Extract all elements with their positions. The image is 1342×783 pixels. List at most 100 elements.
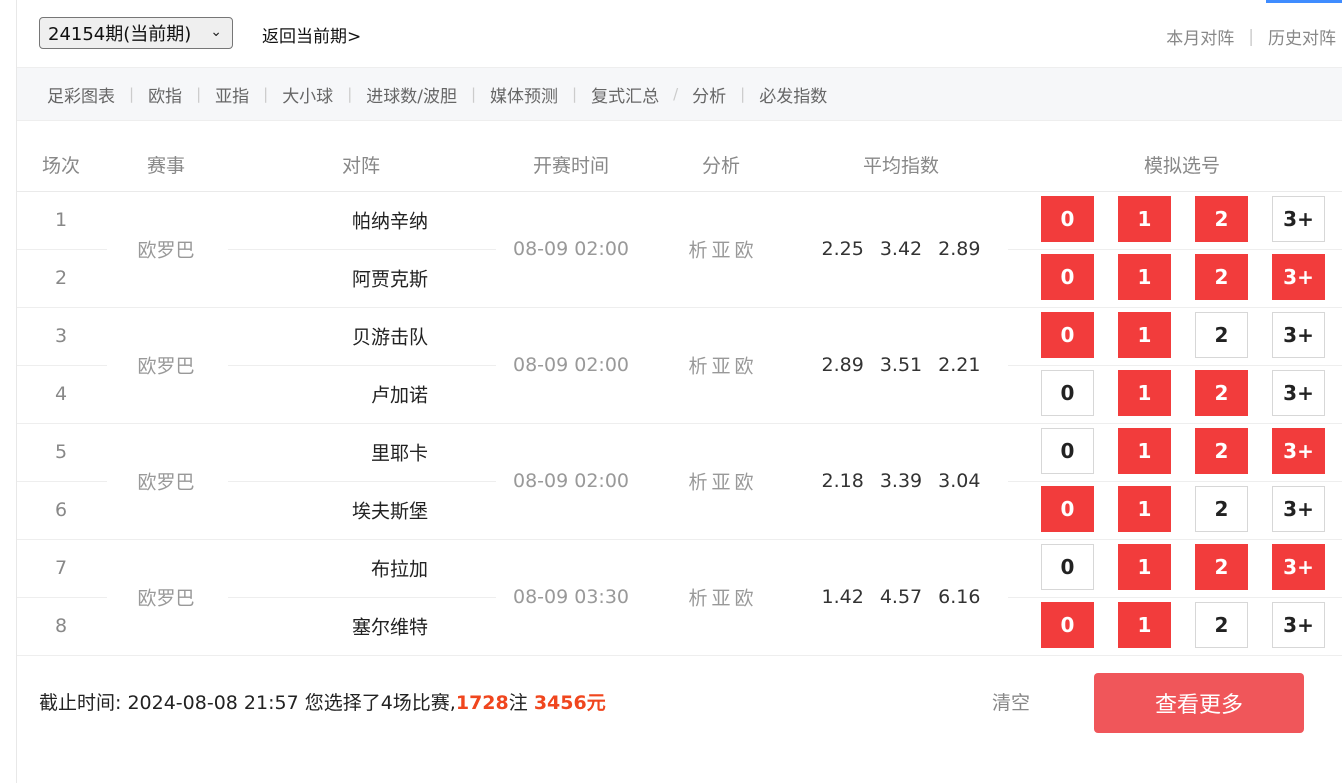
pick-button[interactable]: 3+ [1272, 254, 1325, 300]
header-fixture: 对阵 [341, 155, 381, 177]
pick-button[interactable]: 1 [1118, 254, 1171, 300]
pick-button[interactable]: 3+ [1272, 544, 1325, 590]
row-divider [228, 365, 496, 366]
analysis-link[interactable]: 亚 [711, 356, 730, 378]
row-divider [17, 597, 107, 598]
period-select[interactable]: 24154期(当前期) ⌄ [39, 17, 233, 49]
pick-button[interactable]: 1 [1118, 428, 1171, 474]
team-name: 塞尔维特 [351, 616, 428, 639]
analysis-links: 析亚欧 [686, 584, 755, 611]
pick-button[interactable]: 1 [1118, 544, 1171, 590]
subnav-divider: | [740, 85, 746, 103]
row-divider [228, 481, 496, 482]
analysis-links: 析亚欧 [686, 468, 755, 495]
kickoff-time: 08-09 02:00 [512, 354, 630, 376]
pick-button[interactable]: 2 [1195, 312, 1248, 358]
odds-value: 3.42 [879, 238, 923, 260]
row-divider [228, 249, 496, 250]
row-divider [17, 539, 1342, 540]
pick-button[interactable]: 0 [1041, 544, 1094, 590]
subnav-item[interactable]: 亚指 [215, 82, 249, 107]
bets-unit: 注 [508, 692, 528, 714]
average-odds: 2.18 3.39 3.04 [814, 470, 989, 492]
analysis-link[interactable]: 亚 [711, 240, 730, 262]
pick-button[interactable]: 3+ [1272, 312, 1325, 358]
subnav-divider: | [129, 85, 135, 103]
subnav-divider: | [347, 85, 353, 103]
subnav-divider: | [470, 85, 477, 103]
team-name: 卢加诺 [370, 384, 428, 407]
pick-button[interactable]: 0 [1041, 254, 1094, 300]
subnav-item[interactable]: 复式汇总 [591, 82, 659, 107]
header-picks: 模拟选号 [1143, 155, 1221, 177]
table-header: 场次 赛事 对阵 开赛时间 分析 平均指数 模拟选号 [17, 135, 1342, 192]
header-analysis: 分析 [701, 155, 741, 177]
selection-text: 您选择了4场比赛, [304, 692, 456, 714]
subnav-item[interactable]: 分析 [692, 82, 726, 107]
pick-button[interactable]: 0 [1041, 486, 1094, 532]
top-right-links: 本月对阵 | 历史对阵 [1166, 24, 1336, 50]
analysis-link[interactable]: 欧 [735, 240, 754, 262]
average-odds: 2.25 3.42 2.89 [814, 238, 989, 260]
header-match-no: 场次 [41, 155, 81, 177]
pick-button[interactable]: 2 [1195, 602, 1248, 648]
pick-button[interactable]: 0 [1041, 428, 1094, 474]
subnav-item[interactable]: 大小球 [282, 82, 333, 107]
subnav-item[interactable]: 欧指 [148, 82, 182, 107]
subnav-divider: | [263, 85, 269, 103]
subnav-item[interactable]: 媒体预测 [490, 82, 558, 107]
pick-button[interactable]: 2 [1195, 544, 1248, 590]
analysis-link[interactable]: 亚 [711, 588, 730, 610]
this-month-link[interactable]: 本月对阵 [1166, 24, 1234, 49]
match-number: 2 [54, 267, 68, 289]
pick-button[interactable]: 3+ [1272, 602, 1325, 648]
back-to-current-link[interactable]: 返回当前期> [262, 22, 361, 47]
pick-button[interactable]: 1 [1118, 312, 1171, 358]
match-number: 8 [54, 615, 68, 637]
pick-button[interactable]: 1 [1118, 196, 1171, 242]
odds-value: 4.57 [879, 586, 923, 608]
analysis-link[interactable]: 欧 [735, 356, 754, 378]
average-odds: 2.89 3.51 2.21 [814, 354, 989, 376]
pick-button[interactable]: 0 [1041, 312, 1094, 358]
pick-button[interactable]: 1 [1118, 370, 1171, 416]
pick-button[interactable]: 3+ [1272, 428, 1325, 474]
subnav-item[interactable]: 必发指数 [759, 82, 827, 107]
match-number: 5 [54, 441, 68, 463]
odds-value: 3.39 [879, 470, 923, 492]
subnav-divider: / [673, 85, 679, 103]
row-divider [1008, 365, 1342, 366]
pick-button[interactable]: 2 [1195, 196, 1248, 242]
analysis-links: 析亚欧 [686, 352, 755, 379]
pick-button[interactable]: 3+ [1272, 486, 1325, 532]
analysis-link[interactable]: 析 [688, 240, 707, 262]
pick-button[interactable]: 2 [1195, 370, 1248, 416]
row-divider [1008, 597, 1342, 598]
pick-button[interactable]: 0 [1041, 370, 1094, 416]
analysis-link[interactable]: 欧 [735, 472, 754, 494]
analysis-link[interactable]: 析 [688, 356, 707, 378]
league-name: 欧罗巴 [137, 471, 195, 494]
pick-button[interactable]: 3+ [1272, 370, 1325, 416]
kickoff-time: 08-09 02:00 [512, 238, 630, 260]
pick-button[interactable]: 3+ [1272, 196, 1325, 242]
row-divider [17, 655, 1342, 656]
odds-value: 2.89 [938, 238, 981, 260]
history-link[interactable]: 历史对阵 [1268, 24, 1336, 49]
clear-button[interactable]: 清空 [992, 688, 1030, 715]
pick-button[interactable]: 2 [1195, 428, 1248, 474]
pick-button[interactable]: 1 [1118, 486, 1171, 532]
analysis-link[interactable]: 析 [688, 472, 707, 494]
pick-button[interactable]: 1 [1118, 602, 1171, 648]
subnav-item[interactable]: 进球数/波胆 [366, 82, 457, 107]
pick-button[interactable]: 2 [1195, 254, 1248, 300]
subnav-item[interactable]: 足彩图表 [47, 82, 115, 107]
league-name: 欧罗巴 [137, 355, 195, 378]
analysis-link[interactable]: 亚 [711, 472, 730, 494]
analysis-link[interactable]: 析 [688, 588, 707, 610]
pick-button[interactable]: 0 [1041, 196, 1094, 242]
view-more-button[interactable]: 查看更多 [1094, 673, 1304, 733]
pick-button[interactable]: 0 [1041, 602, 1094, 648]
pick-button[interactable]: 2 [1195, 486, 1248, 532]
analysis-link[interactable]: 欧 [735, 588, 754, 610]
